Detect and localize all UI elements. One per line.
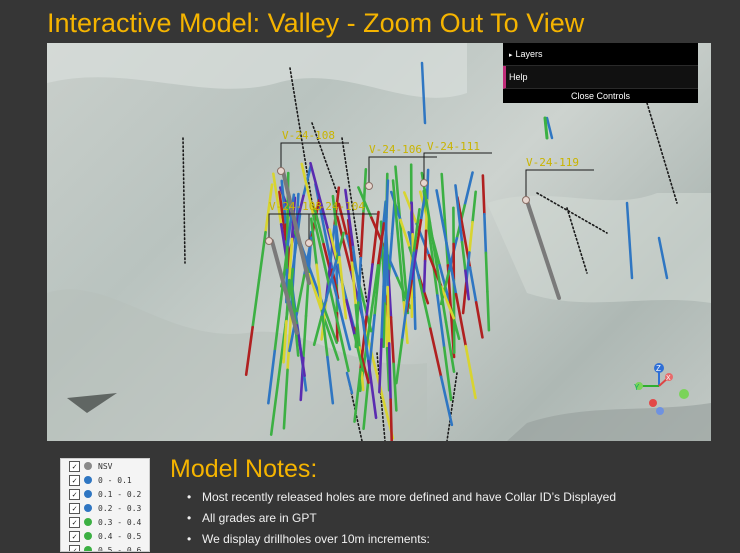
drillhole-segment — [647, 103, 677, 203]
drillhole-segment — [486, 253, 488, 292]
legend-swatch — [84, 476, 92, 484]
drillhole-segment — [388, 287, 389, 343]
legend-item[interactable]: ✓ 0.1 - 0.2 — [61, 487, 149, 501]
drillhole-segment — [424, 261, 425, 291]
notes-title: Model Notes: — [170, 455, 317, 484]
layers-label: Layers — [516, 49, 543, 59]
layers-menu-item[interactable]: ▸Layers — [503, 43, 698, 66]
note-item: Most recently released holes are more de… — [184, 490, 616, 511]
drillhole-segment — [361, 214, 364, 258]
drillhole-segment — [346, 300, 354, 335]
caret-right-icon: ▸ — [509, 52, 513, 59]
drillhole-segment — [476, 302, 482, 337]
legend-checkbox[interactable]: ✓ — [69, 545, 80, 553]
note-item: All grades are in GPT — [184, 511, 616, 532]
legend-item[interactable]: ✓ NSV — [61, 459, 149, 473]
drillhole-segment — [466, 346, 476, 398]
legend-swatch — [84, 546, 92, 552]
drillhole-segment — [470, 267, 476, 302]
close-controls-button[interactable]: Close Controls — [503, 89, 698, 103]
page-title: Interactive Model: Valley - Zoom Out To … — [47, 8, 584, 39]
collar-leader-line — [526, 170, 594, 200]
drillhole-segment — [391, 317, 394, 364]
legend-checkbox[interactable]: ✓ — [69, 503, 80, 514]
drillhole-segment — [442, 174, 445, 220]
legend-label: 0.5 - 0.6 — [98, 546, 141, 553]
collar-id-label: V-24-106 — [369, 143, 422, 156]
drillhole-segment — [425, 231, 426, 261]
drillhole-segment — [183, 138, 185, 263]
drillhole-segment — [430, 329, 441, 377]
grade-legend: ✓ NSV ✓ 0 - 0.1 ✓ 0.1 - 0.2 ✓ 0.2 - 0.3 ✓ 0.3 - 0… — [60, 458, 150, 552]
drillhole-segment — [487, 292, 489, 331]
legend-item[interactable]: ✓ 0 - 0.1 — [61, 473, 149, 487]
legend-checkbox[interactable]: ✓ — [69, 475, 80, 486]
notes-list: Most recently released holes are more de… — [184, 490, 616, 553]
legend-item[interactable]: ✓ 0.4 - 0.5 — [61, 529, 149, 543]
legend-checkbox[interactable]: ✓ — [69, 461, 80, 472]
axis-x-label: X — [666, 375, 671, 382]
drillhole-segment — [483, 175, 485, 214]
collar-marker[interactable] — [421, 180, 428, 187]
legend-label: NSV — [98, 462, 112, 471]
help-label: Help — [509, 72, 528, 82]
legend-swatch — [84, 518, 92, 526]
legend-label: 0.4 - 0.5 — [98, 532, 141, 541]
collar-leader-line — [281, 143, 349, 171]
legend-item[interactable]: ✓ 0.3 - 0.4 — [61, 515, 149, 529]
drillhole-segment — [484, 214, 486, 253]
drillhole-segment — [395, 167, 398, 204]
drillhole-segment — [389, 343, 390, 399]
legend-checkbox[interactable]: ✓ — [69, 489, 80, 500]
legend-label: 0.3 - 0.4 — [98, 518, 141, 527]
collar-id-label: V-24-111 — [427, 140, 480, 153]
drillhole-segment — [473, 192, 476, 222]
drillhole-segment — [314, 317, 321, 345]
drillhole-segment — [391, 400, 392, 441]
legend-swatch — [84, 504, 92, 512]
legend-label: 0 - 0.1 — [98, 476, 132, 485]
collar-marker[interactable] — [366, 183, 373, 190]
collar-marker[interactable] — [278, 168, 285, 175]
drillhole-segment — [412, 203, 413, 235]
axis-y-label: Y — [634, 383, 640, 392]
collar-marker[interactable] — [266, 238, 273, 245]
collar-id-label: V-24-108 — [282, 129, 335, 142]
drillhole-segment — [414, 297, 415, 329]
drillhole-segment — [463, 283, 466, 313]
legend-checkbox[interactable]: ✓ — [69, 517, 80, 528]
axis-z-label: Z — [656, 364, 661, 373]
collar-marker[interactable] — [306, 240, 313, 247]
drillhole-segment — [545, 118, 547, 138]
collar-id-label: V-24-104 — [312, 200, 365, 213]
legend-swatch — [84, 462, 92, 470]
drillhole-segment — [259, 232, 265, 280]
drillhole-segment — [469, 222, 472, 252]
legend-checkbox[interactable]: ✓ — [69, 531, 80, 542]
collar-id-label: V-24-119 — [526, 156, 579, 169]
help-menu-item[interactable]: Help — [503, 66, 698, 89]
drillhole-segment — [253, 280, 259, 328]
drillhole-segment — [297, 275, 304, 313]
legend-label: 0.2 - 0.3 — [98, 504, 141, 513]
legend-swatch — [84, 532, 92, 540]
drillhole-segment — [455, 185, 458, 213]
collar-marker[interactable] — [523, 197, 530, 204]
drillhole-segment — [339, 257, 342, 288]
3d-model-viewport[interactable]: V-24-108V-24-106V-24-111V-24-119V-24-103… — [47, 43, 711, 441]
legend-item[interactable]: ✓ 0.5 - 0.6 — [61, 543, 149, 552]
drillhole-segment — [465, 173, 473, 206]
legend-label: 0.1 - 0.2 — [98, 490, 141, 499]
viewer-controls: ▸Layers Help Close Controls — [503, 43, 698, 103]
legend-item[interactable]: ✓ 0.2 - 0.3 — [61, 501, 149, 515]
legend-swatch — [84, 490, 92, 498]
